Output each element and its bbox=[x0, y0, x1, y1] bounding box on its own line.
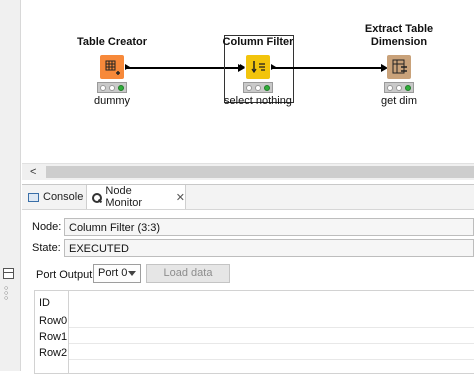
node-monitor-icon bbox=[91, 192, 103, 203]
node-label[interactable]: get dim bbox=[349, 95, 449, 107]
port-output-label: Port Output bbox=[36, 269, 93, 281]
tab-node-monitor[interactable]: Node Monitor ✕ bbox=[86, 185, 186, 209]
row-divider bbox=[69, 359, 474, 360]
window-icon[interactable] bbox=[3, 268, 14, 279]
close-icon[interactable]: ✕ bbox=[176, 191, 185, 204]
table-creator-icon[interactable] bbox=[100, 55, 130, 79]
tab-console-label: Console bbox=[43, 191, 84, 203]
tab-console[interactable]: Console bbox=[28, 185, 86, 209]
tab-node-monitor-label: Node Monitor bbox=[105, 185, 143, 209]
scrollbar-thumb[interactable] bbox=[46, 166, 474, 178]
node-title: Column Filter bbox=[222, 36, 294, 48]
row-divider bbox=[69, 327, 474, 328]
table-row[interactable]: Row0 bbox=[39, 315, 67, 327]
input-port[interactable] bbox=[240, 64, 245, 70]
table-row[interactable]: Row2 bbox=[39, 347, 67, 359]
chevron-down-icon bbox=[128, 271, 136, 276]
node-label: Node: bbox=[32, 221, 62, 233]
horizontal-scrollbar[interactable]: < bbox=[22, 163, 474, 180]
workflow-canvas[interactable]: Table Creator dummy Column Filter select… bbox=[22, 0, 474, 166]
row-divider bbox=[69, 343, 474, 344]
port-select-value: Port 0 bbox=[98, 267, 128, 279]
extract-dimension-icon[interactable] bbox=[381, 55, 411, 79]
node-title-line-1: Extract Table bbox=[364, 23, 434, 35]
node-column-filter[interactable]: Column Filter select nothing bbox=[208, 36, 308, 107]
node-extract-table-dimension[interactable]: Extract Table Dimension get dim bbox=[349, 23, 449, 107]
node-label[interactable]: select nothing bbox=[208, 95, 308, 107]
node-status-indicator bbox=[384, 82, 414, 93]
node-table-creator[interactable]: Table Creator dummy bbox=[62, 36, 162, 107]
state-field: EXECUTED bbox=[64, 239, 474, 257]
panel-tab-bar: Console Node Monitor ✕ bbox=[22, 185, 474, 210]
node-status-indicator bbox=[243, 82, 273, 93]
console-icon bbox=[28, 192, 39, 202]
load-data-button[interactable]: Load data bbox=[146, 264, 230, 283]
data-table: ID Row0 Row1 Row2 bbox=[34, 290, 474, 374]
column-filter-icon[interactable] bbox=[240, 55, 276, 79]
input-port[interactable] bbox=[381, 64, 386, 70]
left-gutter: ○ ○ ○ bbox=[0, 0, 21, 371]
node-status-indicator bbox=[97, 82, 127, 93]
scroll-left-icon[interactable]: < bbox=[30, 166, 36, 178]
table-header-id: ID bbox=[39, 297, 50, 309]
node-label[interactable]: dummy bbox=[62, 95, 162, 107]
node-title-line-2: Dimension bbox=[370, 36, 428, 48]
node-monitor-panel: Console Node Monitor ✕ Node: Column Filt… bbox=[22, 184, 474, 374]
node-title: Table Creator bbox=[76, 36, 148, 48]
port-select[interactable]: Port 0 bbox=[93, 264, 141, 283]
node-field: Column Filter (3:3) bbox=[64, 218, 474, 236]
table-row[interactable]: Row1 bbox=[39, 331, 67, 343]
state-label: State: bbox=[32, 242, 61, 254]
more-options-icon[interactable]: ○ ○ ○ bbox=[4, 285, 12, 302]
